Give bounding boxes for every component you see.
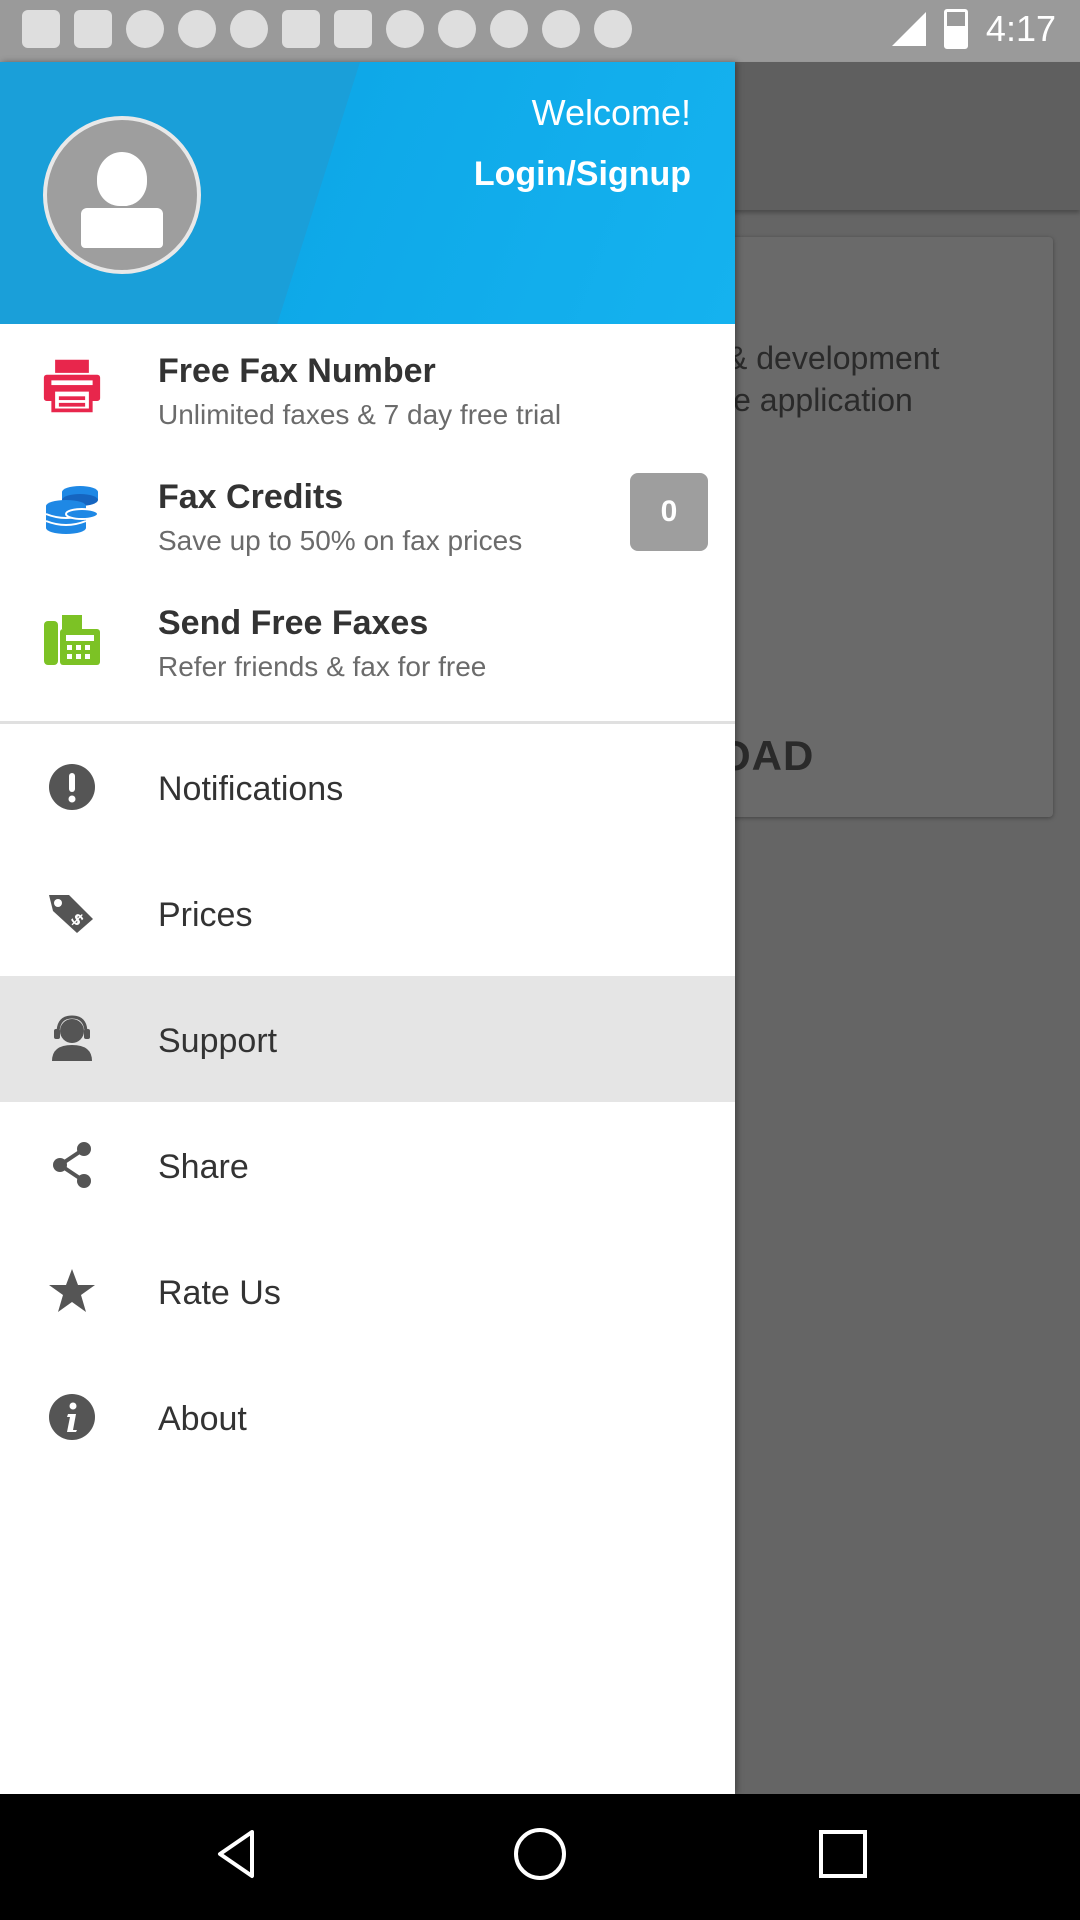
menu-item-label: Share [158,1148,249,1186]
system-nav-bar [0,1794,1080,1920]
avatar-icon[interactable] [43,116,201,274]
menu-item-support[interactable]: Support [0,976,735,1102]
menu-item-label: About [158,1400,247,1438]
satellite-icon [542,10,580,48]
menu-item-fax-credits[interactable]: Fax Credits Save up to 50% on fax prices… [0,450,735,576]
credits-count-badge: 0 [630,473,708,551]
menu-item-title: Free Fax Number [158,352,436,390]
qr-icon [334,10,372,48]
star-icon [42,1261,102,1321]
support-agent-icon [42,1009,102,1069]
home-button[interactable] [510,1824,570,1884]
menu-item-label: Rate Us [158,1274,281,1312]
gallery-icon [386,10,424,48]
menu-item-prices[interactable]: $ Prices [0,850,735,976]
share-icon [42,1135,102,1195]
battery-icon [943,9,968,49]
menu-item-label: Prices [158,896,253,934]
menu-item-subtitle: Unlimited faxes & 7 day free trial [158,399,562,430]
alarm-icon [594,10,632,48]
timer-icon [126,10,164,48]
menu-item-label: Support [158,1022,278,1060]
sync-icon [490,10,528,48]
coins-icon [42,480,102,540]
menu-item-rate-us[interactable]: Rate Us [0,1228,735,1354]
system-status: 4:17 [891,8,1056,50]
background-card [690,237,1053,817]
smiley-icon-2 [438,10,476,48]
login-signup-link[interactable]: Login/Signup [474,155,691,194]
facebook-icon [74,10,112,48]
price-tag-icon: $ [42,883,102,943]
notification-icons [22,10,632,48]
recents-button[interactable] [813,1824,873,1884]
fax-machine-icon [42,610,102,670]
status-bar: 4:17 [0,0,1080,62]
menu-item-notifications[interactable]: Notifications [0,724,735,850]
menu-item-subtitle: Save up to 50% on fax prices [158,525,523,556]
clock: 4:17 [985,8,1056,49]
background-card-text: & development le application [726,340,940,418]
signal-icon [891,12,926,46]
navigation-drawer: Welcome! Login/Signup Free Fax Number Un… [0,62,735,1794]
messages-icon [22,10,60,48]
wrench-icon [178,10,216,48]
menu-item-label: Notifications [158,770,344,808]
menu-item-send-free-faxes[interactable]: Send Free Faxes Refer friends & fax for … [0,576,735,702]
exclamation-icon [42,757,102,817]
welcome-text: Welcome! [531,92,691,133]
facebook-icon-2 [282,10,320,48]
menu-item-subtitle: Refer friends & fax for free [158,651,487,682]
back-button[interactable] [208,1824,268,1884]
menu-item-free-fax-number[interactable]: Free Fax Number Unlimited faxes & 7 day … [0,324,735,450]
menu-item-title: Send Free Faxes [158,604,429,642]
menu-item-share[interactable]: Share [0,1102,735,1228]
info-icon [42,1387,102,1447]
menu-item-title: Fax Credits [158,478,344,516]
fax-printer-icon [42,356,102,416]
menu-item-about[interactable]: About [0,1354,735,1480]
smiley-icon [230,10,268,48]
drawer-header: Welcome! Login/Signup [0,62,735,324]
